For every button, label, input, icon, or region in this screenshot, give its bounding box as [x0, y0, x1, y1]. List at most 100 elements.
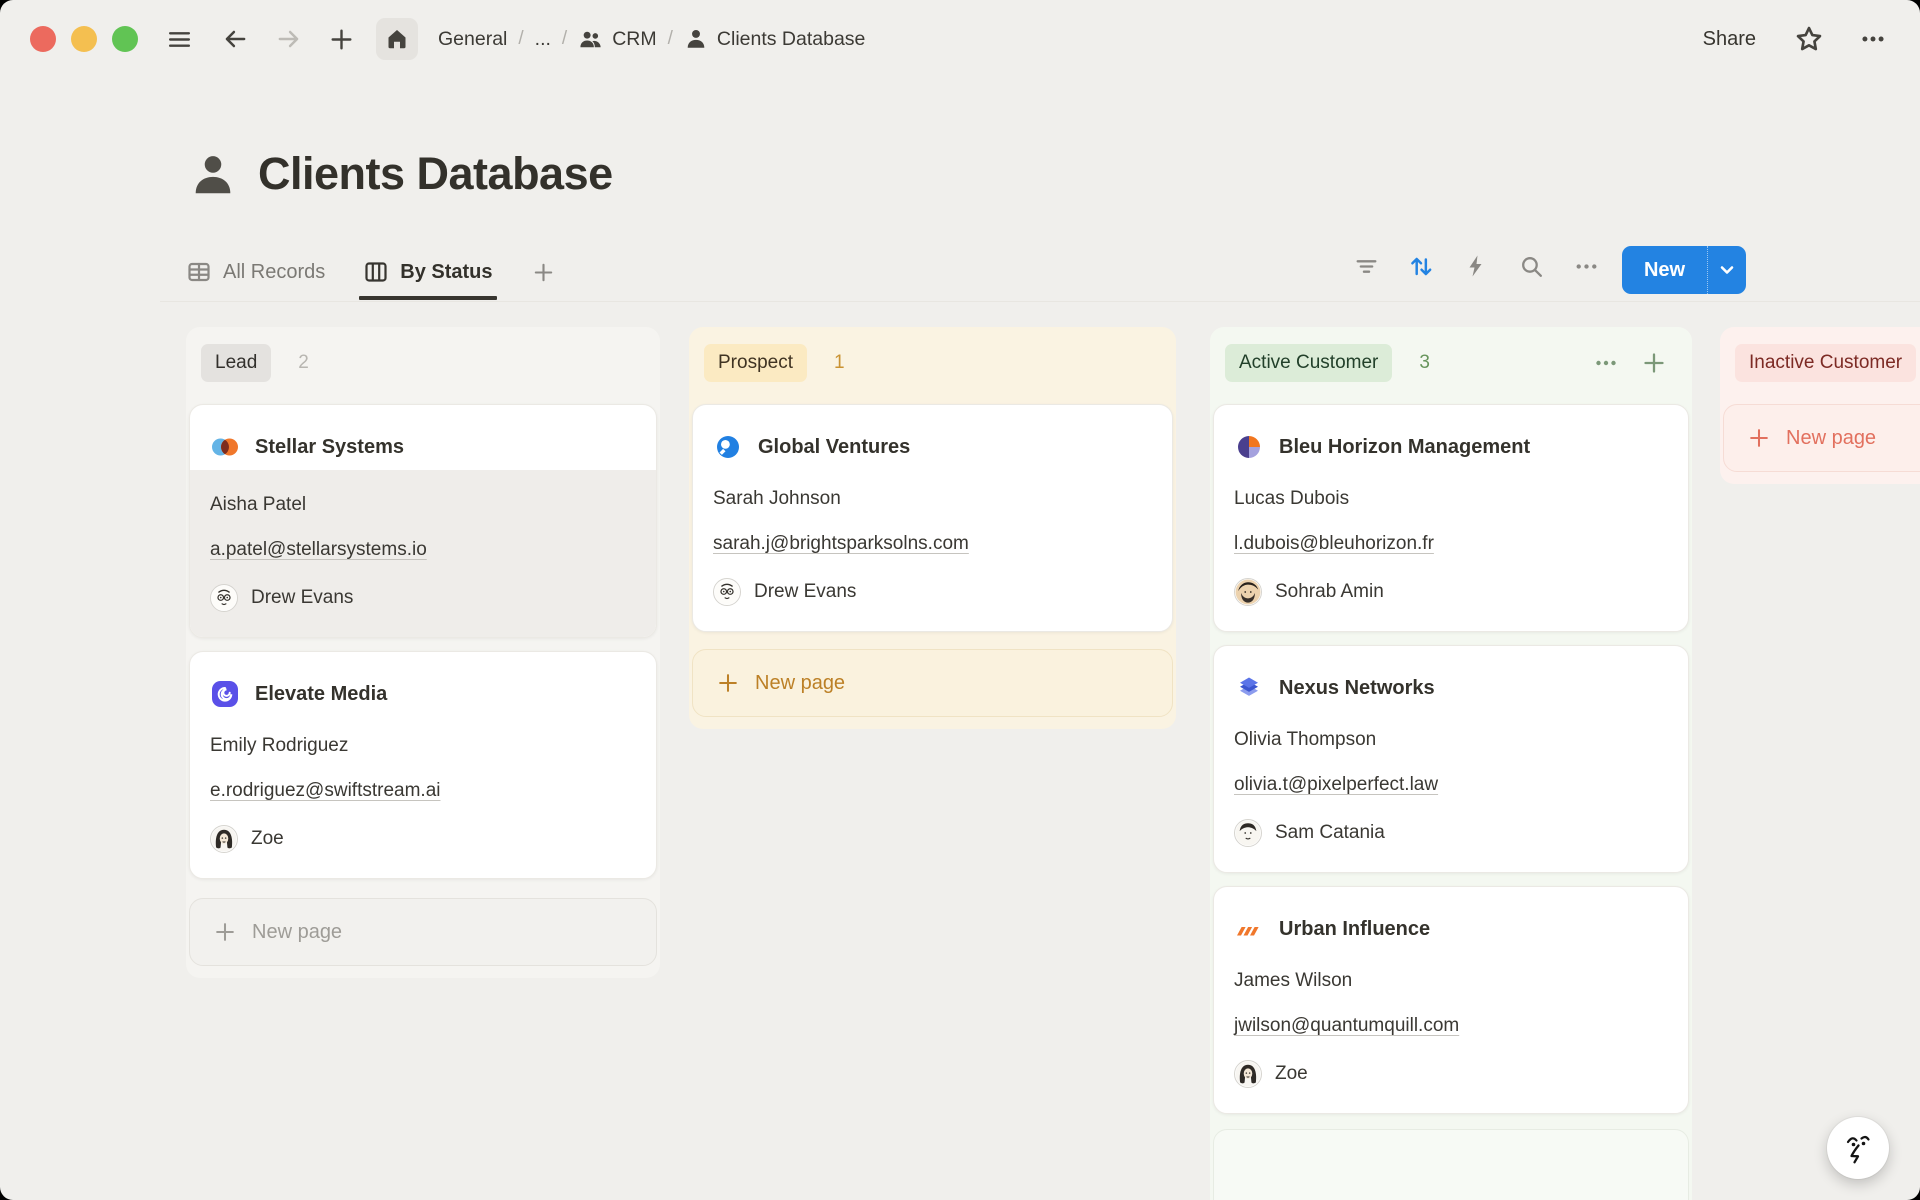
contact-name: Lucas Dubois — [1234, 488, 1668, 510]
contact-name: Olivia Thompson — [1234, 729, 1668, 751]
tab-by-status[interactable]: By Status — [363, 244, 492, 300]
card-title: Bleu Horizon Management — [1279, 436, 1530, 459]
column-count: 3 — [1419, 352, 1430, 374]
contact-email[interactable]: l.dubois@bleuhorizon.fr — [1234, 533, 1668, 555]
breadcrumb-item-general[interactable]: General — [432, 24, 513, 55]
person-icon — [684, 27, 708, 51]
owner-row: Zoe — [1234, 1060, 1668, 1088]
app-window: General / ... / CRM / Clients Database S… — [0, 0, 1920, 1200]
new-page-button-lead[interactable]: New page — [189, 898, 657, 966]
card-elevate-media[interactable]: Elevate Media Emily Rodriguez e.rodrigue… — [189, 651, 657, 879]
plus-icon — [213, 920, 237, 944]
column-chip-prospect[interactable]: Prospect — [704, 344, 807, 382]
menu-icon[interactable] — [162, 22, 196, 56]
column-prospect: Prospect 1 Global Ventures Sarah Johnson… — [689, 327, 1176, 729]
column-count: 2 — [298, 352, 309, 374]
bleu-horizon-logo-icon — [1234, 432, 1264, 462]
contact-email[interactable]: a.patel@stellarsystems.io — [210, 539, 636, 561]
card-title: Stellar Systems — [255, 436, 404, 459]
urban-influence-logo-icon — [1234, 914, 1264, 944]
card-stellar-systems[interactable]: Stellar Systems Aisha Patel a.patel@stel… — [189, 404, 657, 638]
new-page-label: New page — [252, 921, 342, 944]
breadcrumb-item-clients-database[interactable]: Clients Database — [678, 23, 872, 55]
card-global-ventures[interactable]: Global Ventures Sarah Johnson sarah.j@br… — [692, 404, 1173, 632]
database-person-icon — [188, 150, 238, 200]
breadcrumb-label: ... — [535, 28, 551, 51]
share-button[interactable]: Share — [1697, 24, 1762, 55]
breadcrumb-label: General — [438, 28, 507, 51]
new-page-button-inactive[interactable]: New page — [1723, 404, 1920, 472]
chevron-down-icon[interactable] — [1708, 246, 1746, 294]
new-page-label: New page — [755, 672, 845, 695]
column-add-icon[interactable] — [1641, 350, 1667, 376]
card-bleu-horizon-management[interactable]: Bleu Horizon Management Lucas Dubois l.d… — [1213, 404, 1689, 632]
page-title[interactable]: Clients Database — [258, 148, 613, 200]
column-chip-active-customer[interactable]: Active Customer — [1225, 344, 1392, 382]
more-options-icon[interactable] — [1856, 22, 1890, 56]
team-icon — [578, 27, 603, 52]
contact-email[interactable]: e.rodriguez@swiftstream.ai — [210, 780, 636, 802]
contact-name: Sarah Johnson — [713, 488, 1152, 510]
card-title: Nexus Networks — [1279, 677, 1435, 700]
stellar-systems-logo-icon — [210, 432, 240, 462]
column-chip-lead[interactable]: Lead — [201, 344, 271, 382]
sort-icon[interactable] — [1407, 252, 1435, 280]
new-tab-icon[interactable] — [324, 22, 358, 56]
more-icon[interactable] — [1572, 252, 1600, 280]
owner-name: Sam Catania — [1275, 822, 1385, 844]
column-more-icon[interactable] — [1593, 350, 1619, 376]
owner-name: Zoe — [1275, 1063, 1308, 1085]
email-text: olivia.t@pixelperfect.law — [1234, 774, 1438, 795]
owner-row: Zoe — [210, 825, 636, 853]
forward-arrow-icon[interactable] — [272, 22, 306, 56]
breadcrumb-separator: / — [562, 28, 567, 50]
board-icon — [363, 259, 389, 285]
view-tabs: All Records By Status — [186, 244, 556, 300]
contact-name: James Wilson — [1234, 970, 1668, 992]
new-button[interactable]: New — [1622, 246, 1746, 294]
avatar — [1234, 578, 1262, 606]
avatar — [713, 578, 741, 606]
close-button[interactable] — [30, 26, 56, 52]
column-inactive-customer: Inactive Customer New page — [1720, 327, 1920, 484]
column-chip-inactive-customer[interactable]: Inactive Customer — [1735, 344, 1916, 382]
back-arrow-icon[interactable] — [218, 22, 252, 56]
filter-icon[interactable] — [1352, 252, 1380, 280]
global-ventures-logo-icon — [713, 432, 743, 462]
contact-email[interactable]: jwilson@quantumquill.com — [1234, 1015, 1668, 1037]
favorite-star-icon[interactable] — [1792, 22, 1826, 56]
view-actions — [1352, 252, 1600, 280]
add-view-icon[interactable] — [531, 244, 556, 300]
plus-icon — [716, 671, 740, 695]
card-title: Global Ventures — [758, 436, 910, 459]
automation-icon[interactable] — [1462, 252, 1490, 280]
zoom-button[interactable] — [112, 26, 138, 52]
column-count: 1 — [834, 352, 845, 374]
email-text: l.dubois@bleuhorizon.fr — [1234, 533, 1434, 554]
owner-name: Sohrab Amin — [1275, 581, 1384, 603]
new-page-button-prospect[interactable]: New page — [692, 649, 1173, 717]
ai-assistant-button[interactable] — [1827, 1117, 1889, 1179]
column-lead: Lead 2 Stellar Systems Aisha Patel a.pat… — [186, 327, 660, 978]
avatar — [1234, 1060, 1262, 1088]
minimize-button[interactable] — [71, 26, 97, 52]
card-urban-influence[interactable]: Urban Influence James Wilson jwilson@qua… — [1213, 886, 1689, 1114]
tab-all-records[interactable]: All Records — [186, 244, 325, 300]
search-icon[interactable] — [1517, 252, 1545, 280]
elevate-media-logo-icon — [210, 679, 240, 709]
contact-name: Aisha Patel — [210, 494, 636, 516]
breadcrumb-item-crm[interactable]: CRM — [572, 23, 662, 56]
contact-email[interactable]: olivia.t@pixelperfect.law — [1234, 774, 1668, 796]
nexus-networks-logo-icon — [1234, 673, 1264, 703]
home-icon[interactable] — [376, 18, 418, 60]
new-page-button-active[interactable] — [1213, 1129, 1689, 1200]
owner-row: Drew Evans — [210, 584, 636, 612]
card-title: Urban Influence — [1279, 918, 1430, 941]
tab-label: By Status — [400, 261, 492, 284]
contact-email[interactable]: sarah.j@brightsparksolns.com — [713, 533, 1152, 555]
email-text: jwilson@quantumquill.com — [1234, 1015, 1459, 1036]
card-nexus-networks[interactable]: Nexus Networks Olivia Thompson olivia.t@… — [1213, 645, 1689, 873]
email-text: a.patel@stellarsystems.io — [210, 539, 427, 560]
owner-row: Sam Catania — [1234, 819, 1668, 847]
breadcrumb-item-ellipsis[interactable]: ... — [529, 24, 557, 55]
